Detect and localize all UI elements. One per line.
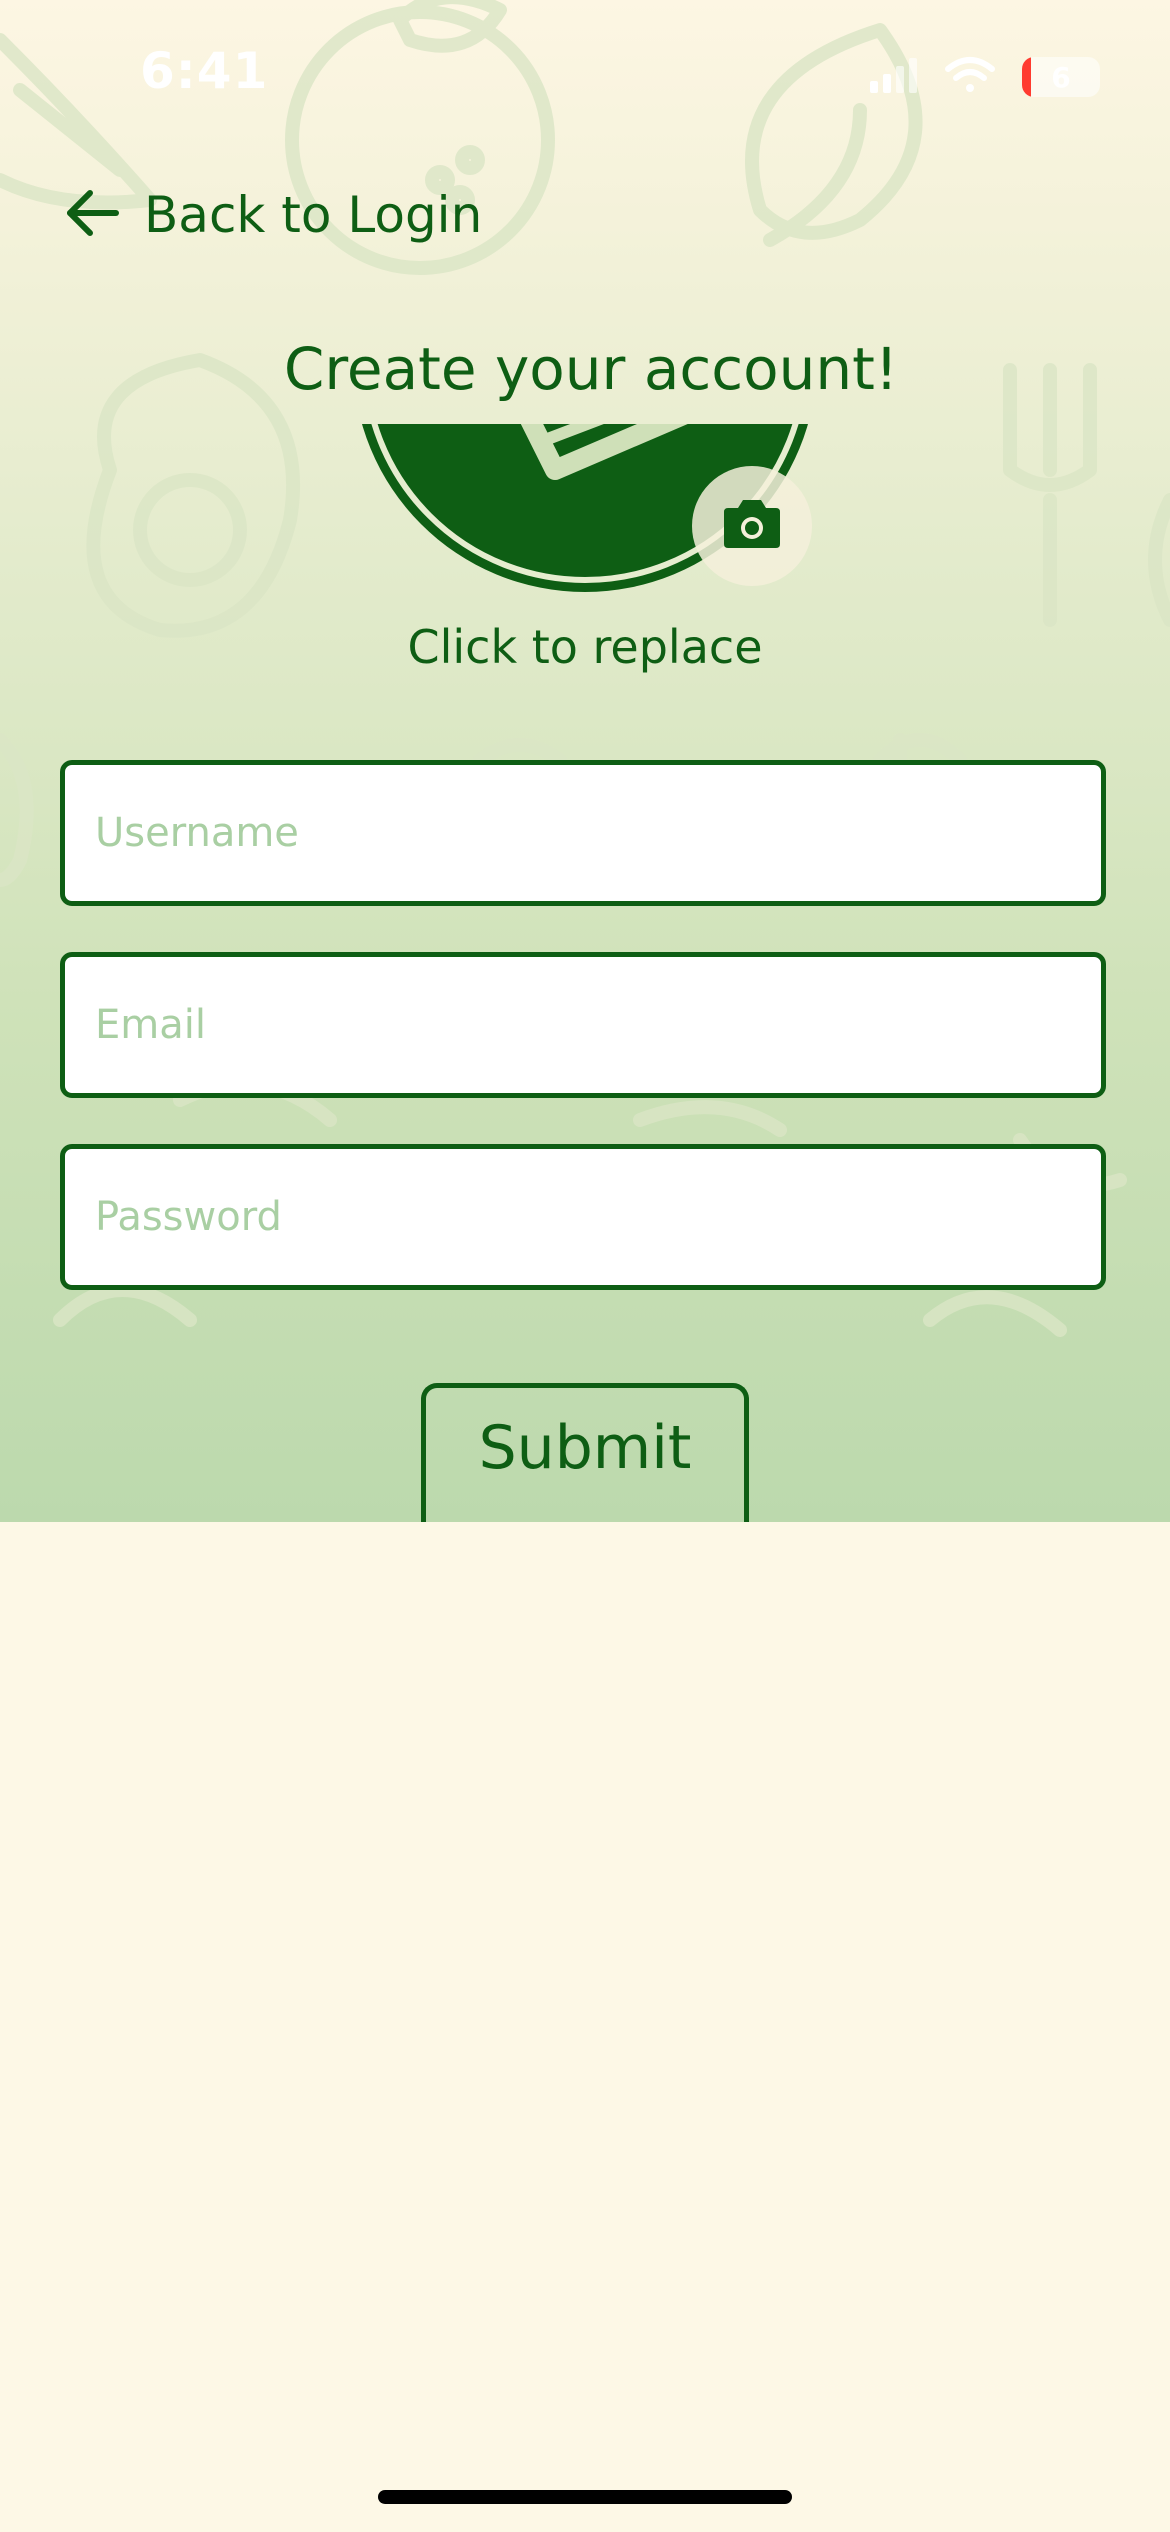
status-time: 6:41 xyxy=(140,42,269,100)
camera-button[interactable] xyxy=(692,466,812,586)
password-input[interactable] xyxy=(60,1144,1106,1290)
home-indicator xyxy=(378,2490,792,2504)
status-icons: 6 xyxy=(868,52,1100,102)
back-arrow-icon xyxy=(64,185,120,245)
back-to-login-label: Back to Login xyxy=(144,186,483,244)
email-input[interactable] xyxy=(60,952,1106,1098)
header-panel: 6:41 6 Back to Login Create your account… xyxy=(0,0,1170,1522)
back-to-login-button[interactable]: Back to Login xyxy=(64,180,482,250)
submit-button[interactable]: Submit xyxy=(421,1383,749,1522)
camera-icon xyxy=(720,498,784,554)
click-to-replace-link[interactable]: Click to replace xyxy=(0,620,1170,674)
page-title: Create your account! xyxy=(283,335,899,403)
wifi-icon xyxy=(944,56,996,98)
status-bar: 6:41 6 xyxy=(0,0,1170,150)
signal-icon xyxy=(868,57,918,97)
username-input[interactable] xyxy=(60,760,1106,906)
battery-level: 6 xyxy=(1051,60,1071,94)
battery-fill xyxy=(1022,57,1032,97)
battery-icon: 6 xyxy=(1022,57,1100,97)
